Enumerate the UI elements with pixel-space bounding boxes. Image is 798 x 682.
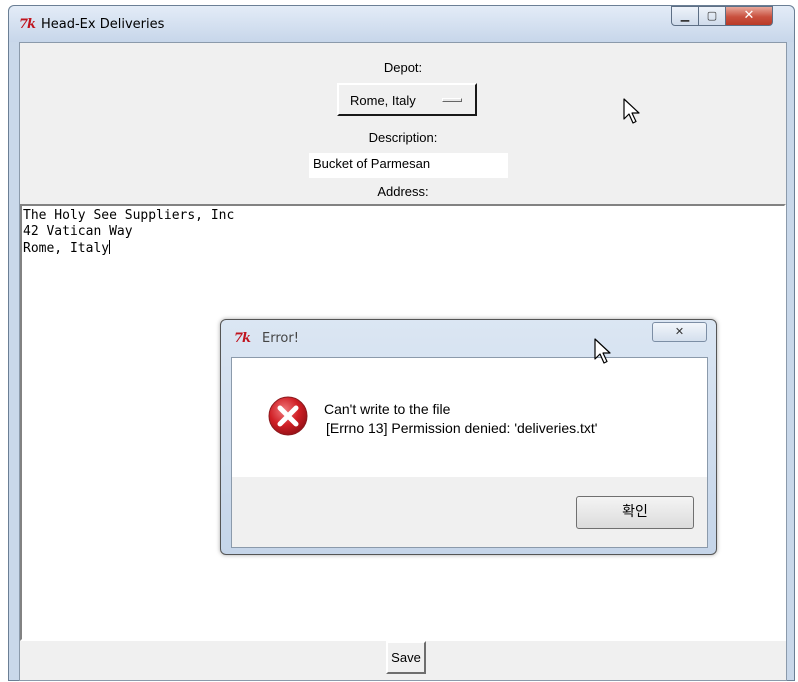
address-line: Rome, Italy — [23, 240, 783, 257]
maximize-button[interactable]: ▢ — [699, 6, 726, 26]
dialog-body: Can't write to the file [Errno 13] Permi… — [231, 357, 708, 548]
save-button[interactable]: Save — [386, 641, 426, 674]
tk-feather-icon: 7k — [19, 17, 36, 32]
depot-option-menu[interactable]: Rome, Italy — [337, 83, 477, 116]
minimize-button[interactable]: ▁ — [671, 6, 699, 26]
error-dialog: 7k Error! ✕ Can't write to the file [Err… — [220, 319, 717, 555]
tk-feather-icon: 7k — [234, 331, 251, 346]
close-button[interactable]: ✕ — [726, 6, 773, 26]
depot-selected-value: Rome, Italy — [350, 93, 416, 108]
close-icon: ✕ — [674, 325, 685, 338]
mouse-pointer-icon — [623, 98, 640, 124]
error-icon — [268, 396, 308, 436]
title-bar[interactable]: 7k Head-Ex Deliveries ▁ ▢ ✕ — [9, 6, 794, 42]
address-line-text: Rome, Italy — [23, 241, 110, 256]
error-message-line1: Can't write to the file — [324, 401, 451, 417]
depot-label: Depot: — [383, 60, 423, 75]
window-title: Head-Ex Deliveries — [41, 17, 165, 32]
dialog-close-button[interactable]: ✕ — [652, 322, 707, 342]
text-caret — [109, 240, 111, 254]
error-message-line2: [Errno 13] Permission denied: 'deliverie… — [326, 420, 598, 436]
ok-button[interactable]: 확인 — [576, 496, 694, 529]
description-input[interactable]: Bucket of Parmesan — [309, 153, 508, 178]
description-label: Description: — [368, 130, 438, 145]
address-line: The Holy See Suppliers, Inc — [23, 208, 235, 223]
dialog-message-area: Can't write to the file [Errno 13] Permi… — [232, 358, 707, 477]
address-label: Address: — [377, 184, 429, 199]
option-menu-indicator-icon — [442, 98, 462, 102]
minimize-icon: ▁ — [680, 9, 690, 22]
close-icon: ✕ — [743, 8, 755, 23]
mouse-pointer-icon — [594, 338, 611, 364]
dialog-title: Error! — [262, 331, 299, 346]
address-line: 42 Vatican Way — [23, 224, 133, 239]
maximize-icon: ▢ — [706, 9, 718, 22]
